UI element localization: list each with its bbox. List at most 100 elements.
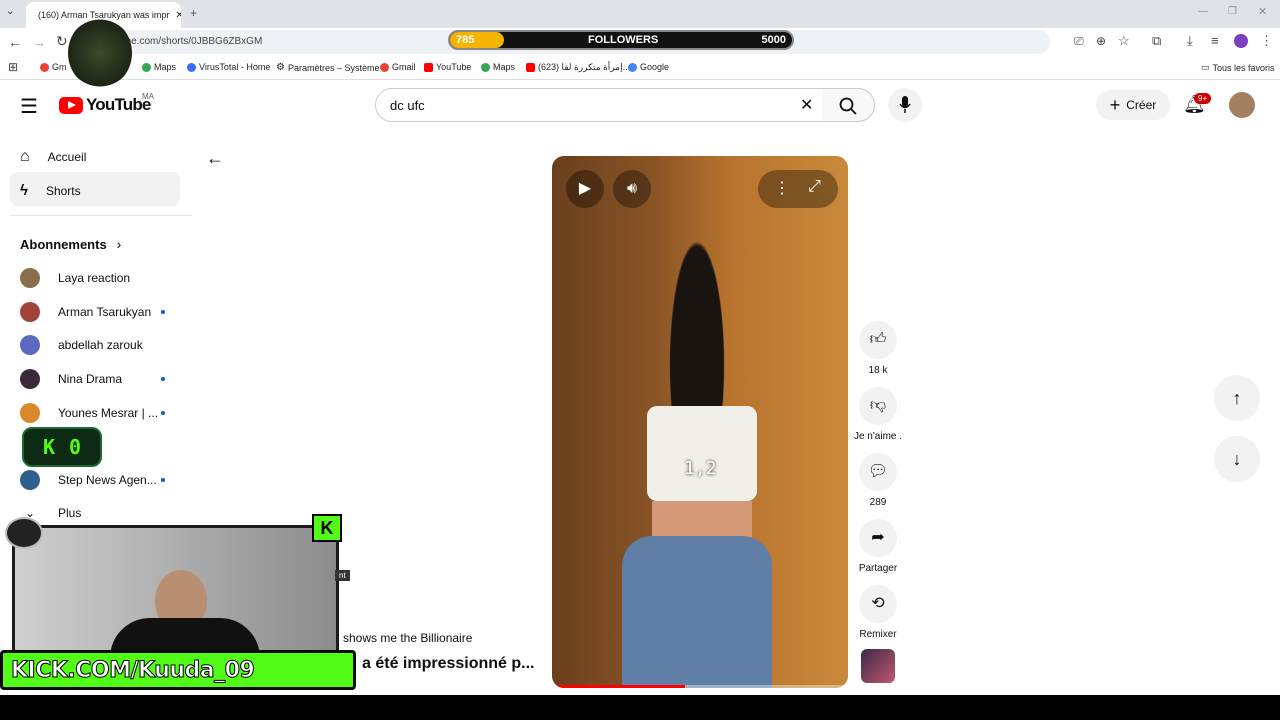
bookmark-star-icon[interactable]: ☆ xyxy=(1118,33,1130,49)
bookmark-item[interactable]: Gm xyxy=(40,62,67,72)
kick-counter-widget: K 0 xyxy=(22,427,102,467)
subscriptions-heading[interactable]: Abonnements › xyxy=(20,236,121,252)
youtube-logo[interactable]: YouTube xyxy=(59,95,151,115)
menu-dots-icon[interactable]: ⋮ xyxy=(1260,33,1273,49)
more-options-icon[interactable]: ⋮ xyxy=(774,178,790,198)
sidebar-item-shorts[interactable]: ϟ Shorts xyxy=(20,182,81,199)
plus-icon: + xyxy=(1109,94,1121,115)
video-progress-fill xyxy=(552,685,686,688)
bookmarks-bar: ⊞ Gm Maps VirusTotal - Home ⚙ Paramètres … xyxy=(0,56,1280,80)
screen-bottom-bar xyxy=(0,695,1280,720)
share-button[interactable]: ➦ Partager xyxy=(853,519,903,574)
new-content-dot xyxy=(161,478,165,482)
sidebar-channel[interactable]: Nina Drama xyxy=(20,369,122,389)
search-value: dc ufc xyxy=(390,98,425,113)
bookmark-label: VirusTotal - Home xyxy=(199,62,271,72)
comments-button[interactable]: 💬︎ 289 xyxy=(858,453,898,508)
bookmark-item[interactable]: VirusTotal - Home xyxy=(187,62,270,72)
bookmark-item[interactable]: Maps xyxy=(142,62,176,72)
create-button[interactable]: + Créer xyxy=(1096,90,1170,120)
volume-button[interactable]: 🔊︎ xyxy=(613,170,651,208)
followers-goal: 5000 xyxy=(761,34,786,46)
channel-avatar xyxy=(20,369,40,389)
previous-short-button[interactable]: ↑ xyxy=(1214,375,1260,421)
channel-avatar xyxy=(20,302,40,322)
notification-badge: 9+ xyxy=(1194,93,1212,104)
kick-banner-text: KICK.COM/Kuuda_09 xyxy=(10,657,255,683)
comment-count: 289 xyxy=(869,497,887,508)
cast-icon[interactable]: ⎚ xyxy=(1074,34,1084,49)
close-tab-icon[interactable]: ✕ xyxy=(175,10,181,21)
followers-goal-bar: 785 FOLLOWERS 5000 xyxy=(448,30,794,50)
sidebar-channel[interactable]: Laya reaction xyxy=(20,268,130,288)
chevron-right-icon: › xyxy=(116,236,122,252)
audio-thumbnail[interactable] xyxy=(861,649,895,683)
play-button[interactable]: ▶ xyxy=(566,170,604,208)
account-avatar[interactable] xyxy=(1229,92,1255,118)
bookmark-item[interactable]: Gmail xyxy=(380,62,416,72)
like-button[interactable]: 👍︎ 18 k xyxy=(858,321,898,376)
sidebar-channel[interactable]: abdellah zarouk xyxy=(20,335,143,355)
back-icon[interactable]: ← xyxy=(8,34,22,50)
sidebar-channel[interactable]: Arman Tsarukyan xyxy=(20,302,151,322)
download-icon[interactable]: ⤓ xyxy=(1187,33,1193,49)
media-icon[interactable]: ≡ xyxy=(1211,33,1219,48)
kick-counter-letter: K xyxy=(42,435,55,459)
sidebar-divider xyxy=(10,215,192,216)
like-count: 18 k xyxy=(868,365,888,376)
fullscreen-icon[interactable]: ⤢ xyxy=(808,178,821,196)
channel-name: Step News Agen... xyxy=(58,473,157,487)
bookmark-item[interactable]: (623) إمرأة متكررة لقا... xyxy=(526,62,630,73)
dislike-label: Je n'aime . xyxy=(853,431,903,442)
channel-avatar xyxy=(20,403,40,423)
bookmark-item[interactable]: YouTube xyxy=(424,62,471,72)
profile-icon[interactable] xyxy=(1234,34,1248,48)
clear-search-icon[interactable]: ✕ xyxy=(800,95,813,115)
hamburger-menu-icon[interactable]: ☰ xyxy=(20,94,38,119)
followers-current: 785 xyxy=(456,34,475,46)
sidebar-channel[interactable]: Step News Agen... xyxy=(20,470,157,490)
forward-icon[interactable]: → xyxy=(32,34,46,50)
arrow-down-icon: ↓ xyxy=(1232,449,1242,469)
remix-icon: ⟲ xyxy=(859,585,897,623)
remix-label: Remixer xyxy=(859,629,897,640)
minimize-icon[interactable]: — xyxy=(1198,6,1208,17)
bookmark-label: (623) إمرأة متكررة لقا... xyxy=(538,62,631,72)
extensions-icon[interactable]: ⧉ xyxy=(1152,33,1161,49)
dislike-button[interactable]: 👎︎ Je n'aime . xyxy=(848,387,908,442)
apps-icon[interactable]: ⊞ xyxy=(8,60,18,74)
video-figure-jeans xyxy=(622,536,772,688)
url-text: ube.com/shorts/0JBBG6ZBxGM xyxy=(120,36,263,47)
back-arrow-icon[interactable]: ← xyxy=(206,148,224,169)
tab-search-icon[interactable]: ⌄ xyxy=(6,6,14,17)
subscriptions-heading-label: Abonnements xyxy=(20,236,107,252)
video-figure-top xyxy=(647,406,757,501)
channel-name: Laya reaction xyxy=(58,271,131,285)
all-bookmarks[interactable]: ▭ Tous les favoris xyxy=(1201,62,1275,73)
settings-gear-icon: ⚙ xyxy=(276,62,285,73)
search-button[interactable] xyxy=(822,88,875,122)
microphone-icon xyxy=(899,96,911,113)
restore-icon[interactable]: ❐ xyxy=(1228,6,1237,17)
sidebar-item-label: Accueil xyxy=(47,150,87,164)
video-progress-track[interactable] xyxy=(552,685,848,688)
short-title[interactable]: a été impressionné p... xyxy=(362,655,535,673)
channel-name: Younes Mesrar | ... xyxy=(58,406,159,420)
bookmark-label: Maps xyxy=(154,62,177,72)
reload-icon[interactable]: ↻ xyxy=(56,33,68,50)
voice-search-button[interactable] xyxy=(888,88,922,122)
sidebar-channel[interactable]: Younes Mesrar | ... xyxy=(20,403,158,423)
bookmark-item[interactable]: Google xyxy=(628,62,669,72)
zoom-icon[interactable]: ⊕ xyxy=(1096,34,1106,48)
remix-button[interactable]: ⟲ Remixer xyxy=(853,585,903,640)
short-video-player[interactable]: ▶ 🔊︎ ⋮ ⤢ 1,2 xyxy=(552,156,848,688)
next-short-button[interactable]: ↓ xyxy=(1214,436,1260,482)
stream-badge-logo xyxy=(5,517,43,549)
close-window-icon[interactable]: ✕ xyxy=(1258,5,1267,18)
sidebar-item-home[interactable]: ⌂ Accueil xyxy=(20,148,86,166)
youtube-wordmark: YouTube xyxy=(86,95,151,114)
bookmark-item[interactable]: ⚙ Paramètres – Système xyxy=(276,62,380,73)
bookmark-item[interactable]: Maps xyxy=(481,62,515,72)
new-tab-icon[interactable]: + xyxy=(190,6,197,20)
maps-icon xyxy=(142,62,151,72)
